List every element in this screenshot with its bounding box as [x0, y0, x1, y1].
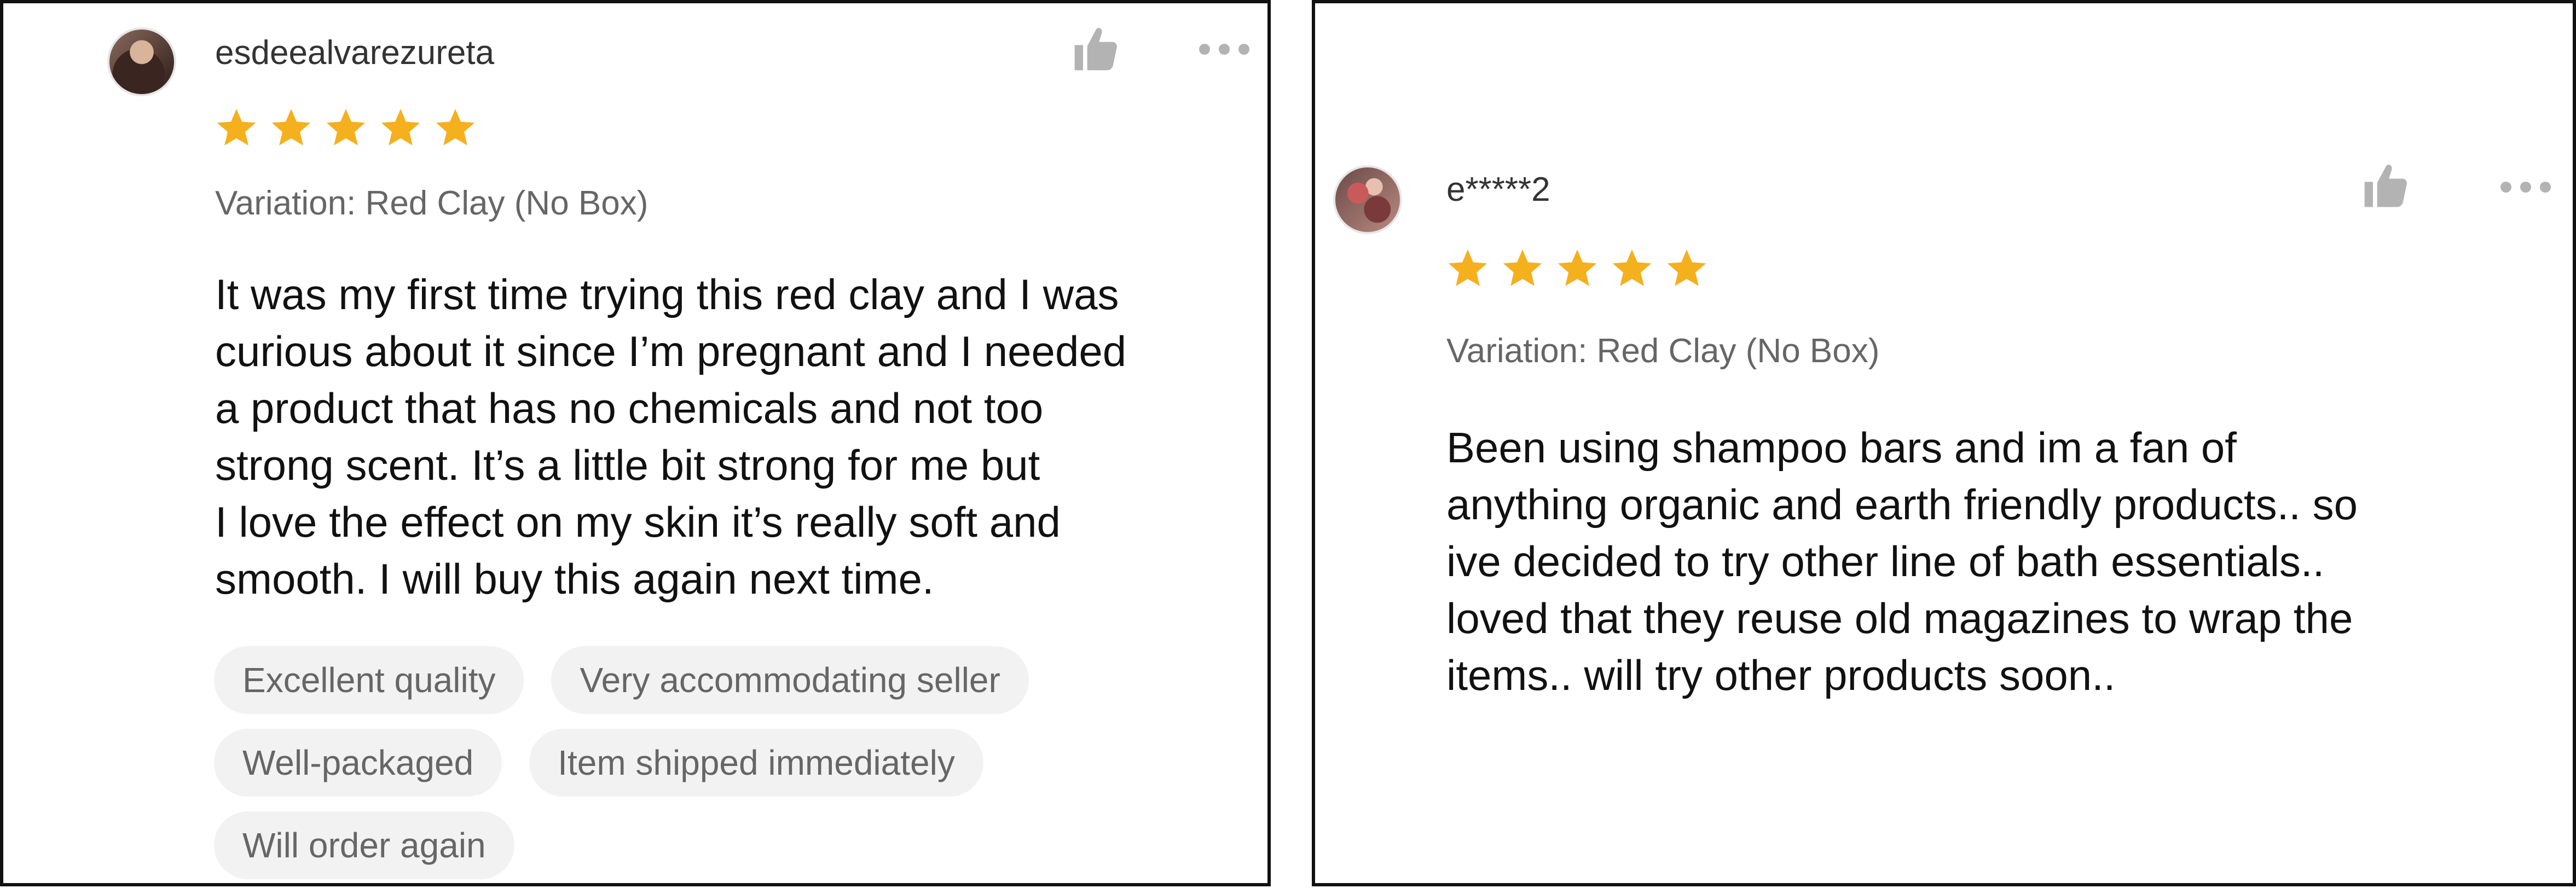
review-text-line: anything organic and earth friendly prod…: [1446, 480, 2358, 529]
dot: [2500, 182, 2511, 193]
rating-stars: [1445, 247, 1709, 292]
review-text: It was my first time trying this red cla…: [215, 266, 1255, 607]
review-text-line: Been using shampoo bars and im a fan of: [1446, 423, 2237, 472]
star-icon: [1555, 247, 1600, 292]
user-avatar[interactable]: [107, 27, 176, 96]
star-icon: [1664, 247, 1709, 292]
tag-shipped-immediately: Item shipped immediately: [529, 729, 983, 797]
reviewer-name[interactable]: e*****2: [1446, 170, 1550, 209]
dot: [2520, 182, 2531, 193]
review-text-line: It was my first time trying this red cla…: [215, 270, 1119, 318]
variation-label: Variation: Red Clay (No Box): [1446, 332, 1880, 370]
star-icon: [378, 106, 423, 151]
star-icon: [269, 106, 314, 151]
more-options-icon[interactable]: [1199, 44, 1249, 55]
review-text-line: strong scent. It’s a little bit strong f…: [215, 441, 1040, 489]
star-icon: [433, 106, 478, 151]
tag-excellent-quality: Excellent quality: [214, 646, 524, 714]
tag-accommodating-seller: Very accommodating seller: [551, 646, 1029, 714]
thumbs-up-icon[interactable]: [1070, 24, 1121, 74]
variation-label: Variation: Red Clay (No Box): [215, 184, 649, 222]
review-text-line: smooth. I will buy this again next time.: [215, 555, 934, 603]
review-text-line: a product that has no chemicals and not …: [215, 384, 1044, 432]
tag-will-order-again: Will order again: [214, 811, 514, 879]
review-text: Been using shampoo bars and im a fan of …: [1446, 419, 2563, 704]
star-icon: [1610, 247, 1654, 292]
tag-row: Well-packaged Item shipped immediately: [214, 729, 1243, 797]
user-avatar[interactable]: [1333, 165, 1402, 234]
dot: [1219, 44, 1230, 55]
review-text-line: curious about it since I’m pregnant and …: [215, 327, 1127, 375]
review-tags: Excellent quality Very accommodating sel…: [214, 646, 1243, 894]
thumbs-up-icon[interactable]: [2360, 161, 2411, 211]
review-card: esdeealvarezureta Variation: Red Clay (N…: [0, 0, 1271, 886]
more-options-icon[interactable]: [2500, 182, 2551, 193]
star-icon: [214, 106, 259, 151]
reviewer-name[interactable]: esdeealvarezureta: [215, 33, 494, 72]
review-text-line: loved that they reuse old magazines to w…: [1446, 594, 2353, 642]
review-card: e*****2 Variation: Red Clay (No Box) Bee…: [1312, 0, 2576, 886]
review-text-line: ive decided to try other line of bath es…: [1446, 537, 2325, 585]
star-icon: [1445, 247, 1490, 292]
tag-row: Excellent quality Very accommodating sel…: [214, 646, 1243, 714]
star-icon: [1500, 247, 1545, 292]
dot: [2540, 182, 2551, 193]
dot: [1199, 44, 1210, 55]
review-text-line: I love the effect on my skin it’s really…: [215, 498, 1061, 546]
dot: [1238, 44, 1249, 55]
rating-stars: [214, 106, 478, 151]
tag-well-packaged: Well-packaged: [214, 729, 502, 797]
tag-row: Will order again: [214, 811, 1243, 879]
star-icon: [323, 106, 368, 151]
review-text-line: items.. will try other products soon..: [1446, 651, 2116, 699]
